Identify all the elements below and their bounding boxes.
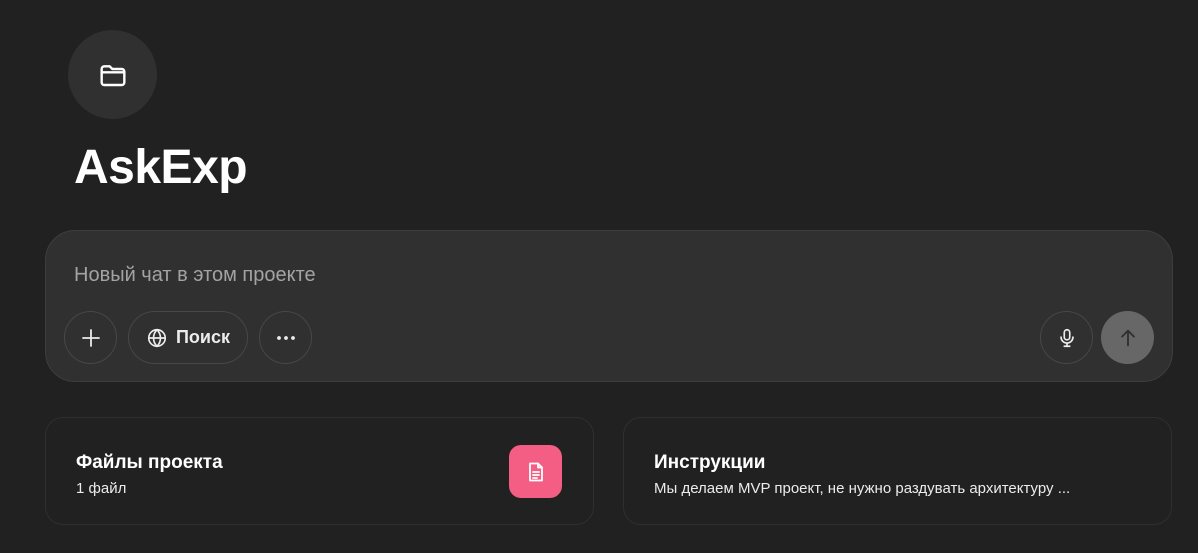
project-files-card[interactable]: Файлы проекта 1 файл xyxy=(45,417,594,525)
project-title: AskExp xyxy=(74,141,248,194)
plus-icon xyxy=(81,328,100,347)
folder-icon xyxy=(99,64,126,86)
project-icon-button[interactable] xyxy=(68,30,157,119)
arrow-up-icon xyxy=(1120,329,1135,346)
ellipsis-icon xyxy=(276,335,295,340)
send-button[interactable] xyxy=(1101,311,1154,364)
globe-icon xyxy=(147,328,167,347)
voice-input-button[interactable] xyxy=(1040,311,1093,364)
file-badge xyxy=(509,445,562,498)
search-button-label: Поиск xyxy=(175,327,231,347)
microphone-icon xyxy=(1059,328,1074,347)
document-icon xyxy=(528,462,543,481)
instructions-card[interactable]: Инструкции Мы делаем MVP проект, не нужн… xyxy=(623,417,1172,525)
instructions-title: Инструкции xyxy=(654,452,766,473)
new-chat-input[interactable] xyxy=(74,261,974,289)
project-files-count: 1 файл xyxy=(76,480,127,497)
chat-composer: Поиск xyxy=(45,230,1173,382)
search-button[interactable]: Поиск xyxy=(128,311,248,364)
more-options-button[interactable] xyxy=(259,311,312,364)
add-attachment-button[interactable] xyxy=(64,311,117,364)
instructions-preview: Мы делаем MVP проект, не нужно раздувать… xyxy=(654,480,1071,497)
project-files-title: Файлы проекта xyxy=(76,452,223,473)
project-page: AskExp Поиск xyxy=(0,0,1198,553)
